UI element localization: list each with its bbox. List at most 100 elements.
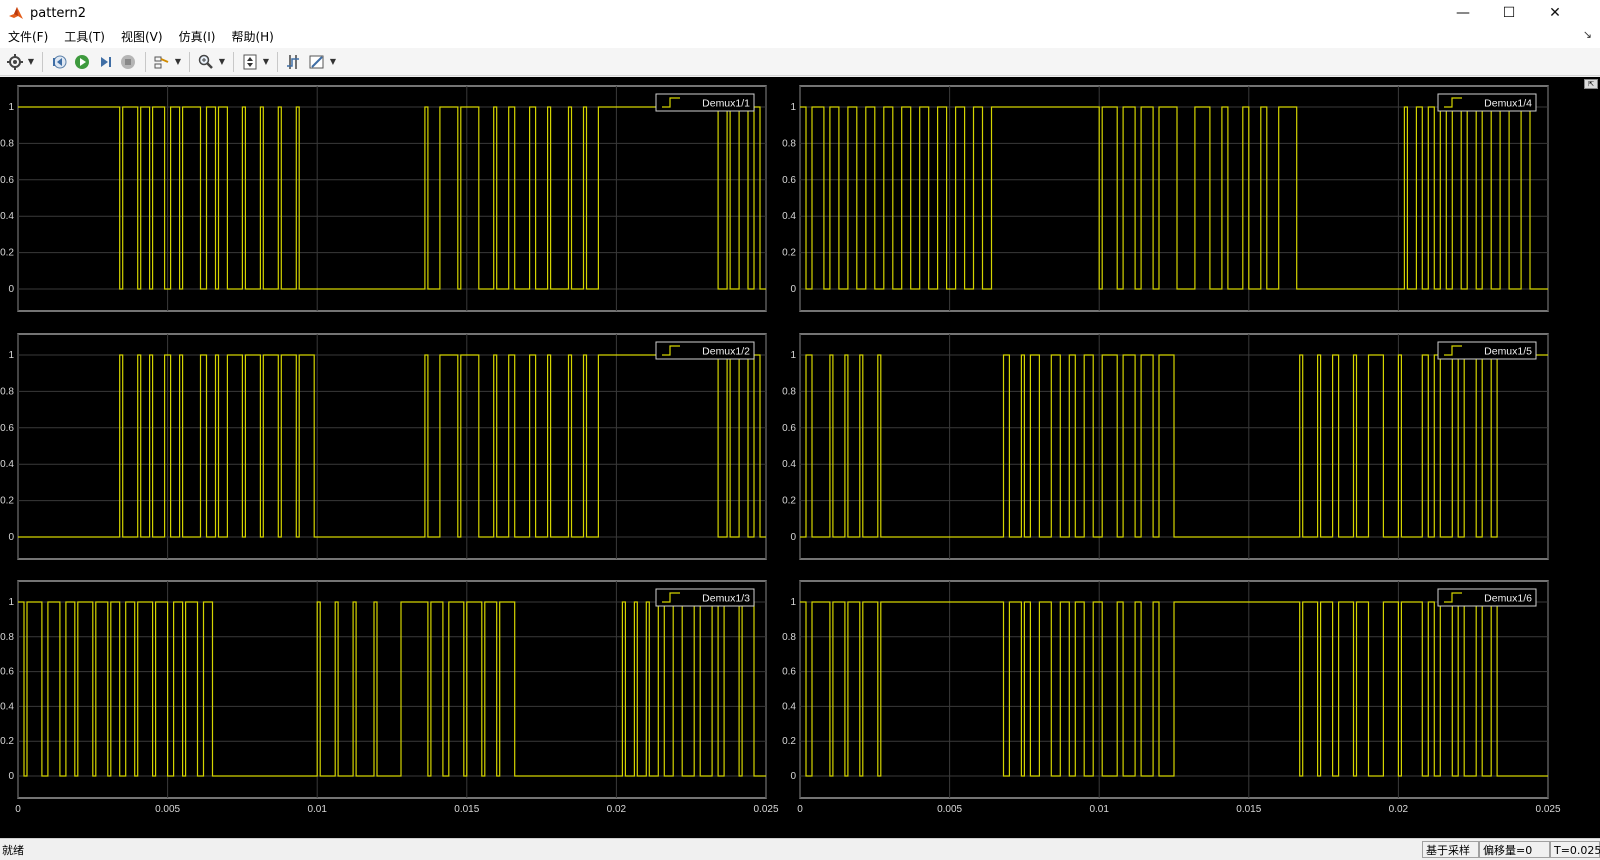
menu-file[interactable]: 文件(F) [0, 26, 56, 48]
y-tick-label: 0 [8, 532, 14, 543]
menu-bar: 文件(F) 工具(T) 视图(V) 仿真(I) 帮助(H) [0, 26, 1600, 48]
x-tick-label: 0.025 [753, 804, 778, 815]
y-tick-label: 1 [790, 102, 796, 113]
y-tick-label: 1 [8, 350, 14, 361]
legend-label: Demux1/1 [702, 98, 750, 110]
y-tick-label: 0.2 [782, 496, 796, 507]
legend-label: Demux1/5 [1484, 346, 1532, 358]
autoscale-icon[interactable] [239, 51, 261, 73]
stop-icon[interactable] [117, 51, 139, 73]
y-tick-label: 0.6 [0, 423, 14, 434]
legend-label: Demux1/4 [1484, 98, 1532, 110]
y-tick-label: 0.4 [0, 701, 14, 712]
menu-view[interactable]: 视图(V) [113, 26, 171, 48]
zoom-dropdown-icon[interactable]: ▼ [218, 51, 226, 73]
menu-tools[interactable]: 工具(T) [56, 26, 113, 48]
y-tick-label: 1 [8, 597, 14, 608]
autoscale-dropdown-icon[interactable]: ▼ [262, 51, 270, 73]
undock-icon[interactable]: ↘ [1583, 28, 1592, 41]
settings-dropdown-icon[interactable]: ▼ [27, 51, 35, 73]
x-tick-label: 0.005 [155, 804, 180, 815]
toolbar-separator [189, 51, 190, 72]
maximize-button[interactable]: ☐ [1486, 0, 1532, 26]
axes-frame [17, 333, 767, 560]
matlab-logo-icon [9, 7, 23, 19]
close-button[interactable]: ✕ [1532, 0, 1578, 26]
y-tick-label: 0.2 [0, 248, 14, 259]
style-icon[interactable] [306, 51, 328, 73]
y-tick-label: 0.8 [0, 138, 14, 149]
run-icon[interactable] [71, 51, 93, 73]
toolbar-separator [233, 51, 234, 72]
y-tick-label: 0.8 [782, 386, 796, 397]
y-tick-label: 0 [790, 771, 796, 782]
y-tick-label: 0.8 [0, 386, 14, 397]
y-tick-label: 1 [790, 597, 796, 608]
minimize-button[interactable]: — [1440, 0, 1486, 26]
status-offset: 偏移量=0 [1479, 841, 1550, 858]
y-tick-label: 0.6 [782, 175, 796, 186]
highlight-dropdown-icon[interactable]: ▼ [174, 51, 182, 73]
settings-icon[interactable] [4, 51, 26, 73]
toolbar-separator [42, 51, 43, 72]
toolbar: ▼ ▼ ▼ ▼ ▼ [0, 48, 1600, 76]
x-tick-label: 0.02 [1389, 804, 1409, 815]
y-tick-label: 0 [790, 284, 796, 295]
legend-label: Demux1/2 [702, 346, 750, 358]
scope-axes-3: 0 0.005 0.01 0.015 0.02 0.025 0 0.2 0.4 0.6 0.8 1 De… [0, 580, 779, 815]
step-back-icon[interactable] [48, 51, 70, 73]
status-time: T=0.025 [1550, 841, 1600, 858]
y-tick-label: 0.6 [0, 667, 14, 678]
scope-axes-6: 0 0.005 0.01 0.015 0.02 0.025 0 0.2 0.4 0.6 0.8 1 De… [782, 580, 1561, 815]
toolbar-separator [145, 51, 146, 72]
x-tick-label: 0 [15, 804, 21, 815]
status-bar: 就绪 基于采样 偏移量=0 T=0.025 [0, 838, 1600, 860]
step-forward-icon[interactable] [94, 51, 116, 73]
y-tick-label: 0.4 [0, 211, 14, 222]
x-tick-label: 0.02 [607, 804, 627, 815]
menu-help[interactable]: 帮助(H) [223, 26, 281, 48]
title-bar: pattern2 — ☐ ✕ [0, 0, 1600, 26]
menu-simulation[interactable]: 仿真(I) [171, 26, 224, 48]
y-tick-label: 0 [8, 284, 14, 295]
style-dropdown-icon[interactable]: ▼ [329, 51, 337, 73]
highlight-icon[interactable] [151, 51, 173, 73]
x-tick-label: 0.015 [1236, 804, 1261, 815]
cursor-measure-icon[interactable] [283, 51, 305, 73]
x-tick-label: 0.005 [937, 804, 962, 815]
scope-axes-4: 0 0.2 0.4 0.6 0.8 1 Demux1/4 [782, 85, 1549, 312]
y-tick-label: 0.4 [782, 459, 796, 470]
x-tick-label: 0 [797, 804, 803, 815]
y-tick-label: 0 [790, 532, 796, 543]
x-tick-label: 0.01 [1089, 804, 1109, 815]
toolbar-separator [277, 51, 278, 72]
scope-plots: 0 0.2 0.4 0.6 0.8 1 Demux1/1 0 0.2 0.4 0.6 0.8 1 Demu… [0, 85, 1561, 815]
legend-label: Demux1/6 [1484, 593, 1532, 605]
y-tick-label: 0.4 [0, 459, 14, 470]
status-ready: 就绪 [2, 844, 24, 857]
axes-frame [17, 580, 767, 799]
undock-plot-icon[interactable]: ⇱ [1584, 79, 1598, 89]
y-tick-label: 1 [8, 102, 14, 113]
y-tick-label: 0.8 [782, 632, 796, 643]
status-sample-mode: 基于采样 [1422, 841, 1479, 858]
x-tick-label: 0.01 [307, 804, 327, 815]
y-tick-label: 0.2 [782, 736, 796, 747]
y-tick-label: 0.6 [782, 667, 796, 678]
scope-axes-1: 0 0.2 0.4 0.6 0.8 1 Demux1/1 [0, 85, 767, 312]
y-tick-label: 0.2 [0, 496, 14, 507]
y-tick-label: 1 [790, 350, 796, 361]
y-tick-label: 0.4 [782, 211, 796, 222]
y-tick-label: 0.6 [0, 175, 14, 186]
y-tick-label: 0.2 [782, 248, 796, 259]
y-tick-label: 0.2 [0, 736, 14, 747]
zoom-icon[interactable] [195, 51, 217, 73]
x-tick-label: 0.025 [1535, 804, 1560, 815]
axes-frame [17, 85, 767, 312]
axes-frame [799, 85, 1549, 312]
y-tick-label: 0.8 [0, 632, 14, 643]
y-tick-label: 0.4 [782, 701, 796, 712]
y-tick-label: 0.8 [782, 138, 796, 149]
legend-label: Demux1/3 [702, 593, 750, 605]
x-tick-label: 0.015 [454, 804, 479, 815]
